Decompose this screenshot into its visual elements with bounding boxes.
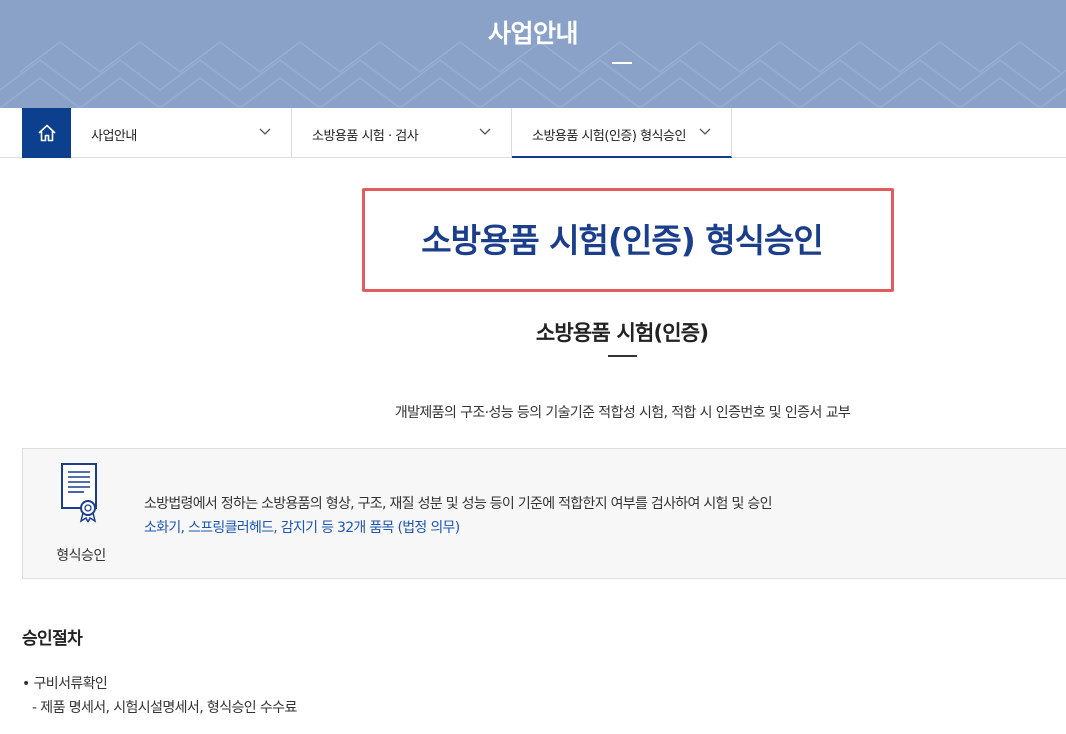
nav-dropdown-label: 소방용품 시험 · 검사	[312, 129, 419, 144]
procedure-item: • 구비서류확인	[22, 676, 108, 692]
nav-dropdown-business[interactable]: 사업안내	[71, 108, 292, 158]
procedure-title: 승인절차	[22, 629, 83, 649]
chevron-down-icon	[259, 128, 271, 135]
banner-divider	[612, 62, 632, 64]
info-box: 형식승인 소방법령에서 정하는 소방용품의 형상, 구조, 재질 성분 및 성능…	[22, 448, 1066, 579]
section-description: 개발제품의 구조·성능 등의 기술기준 적합성 시험, 적합 시 인증번호 및 …	[394, 405, 851, 421]
chevron-down-icon	[699, 128, 711, 135]
section-divider	[608, 355, 637, 357]
page-title: 소방용품 시험(인증) 형식승인	[421, 221, 823, 260]
info-items-note: 소화기, 스프링클러헤드, 감지기 등 32개 품목 (법정 의무)	[144, 520, 460, 536]
nav-dropdown-testing[interactable]: 소방용품 시험 · 검사	[292, 108, 512, 158]
home-button[interactable]	[22, 108, 71, 158]
page-banner: 사업안내	[0, 0, 1066, 108]
info-label: 형식승인	[56, 548, 106, 564]
info-description: 소방법령에서 정하는 소방용품의 형상, 구조, 재질 성분 및 성능 등이 기…	[144, 496, 772, 512]
nav-dropdown-label: 소방용품 시험(인증) 형식승인	[532, 129, 686, 144]
chevron-down-icon	[479, 128, 491, 135]
procedure-sub-item: - 제품 명세서, 시험시설명세서, 형식승인 수수료	[32, 700, 297, 716]
nav-dropdown-approval[interactable]: 소방용품 시험(인증) 형식승인	[512, 108, 732, 158]
home-icon	[37, 124, 56, 142]
banner-title: 사업안내	[487, 19, 579, 48]
section-title: 소방용품 시험(인증)	[535, 321, 709, 345]
sub-navigation: 사업안내 소방용품 시험 · 검사 소방용품 시험(인증) 형식승인	[0, 108, 1066, 158]
certificate-icon	[61, 463, 97, 523]
nav-dropdown-label: 사업안내	[91, 129, 137, 144]
